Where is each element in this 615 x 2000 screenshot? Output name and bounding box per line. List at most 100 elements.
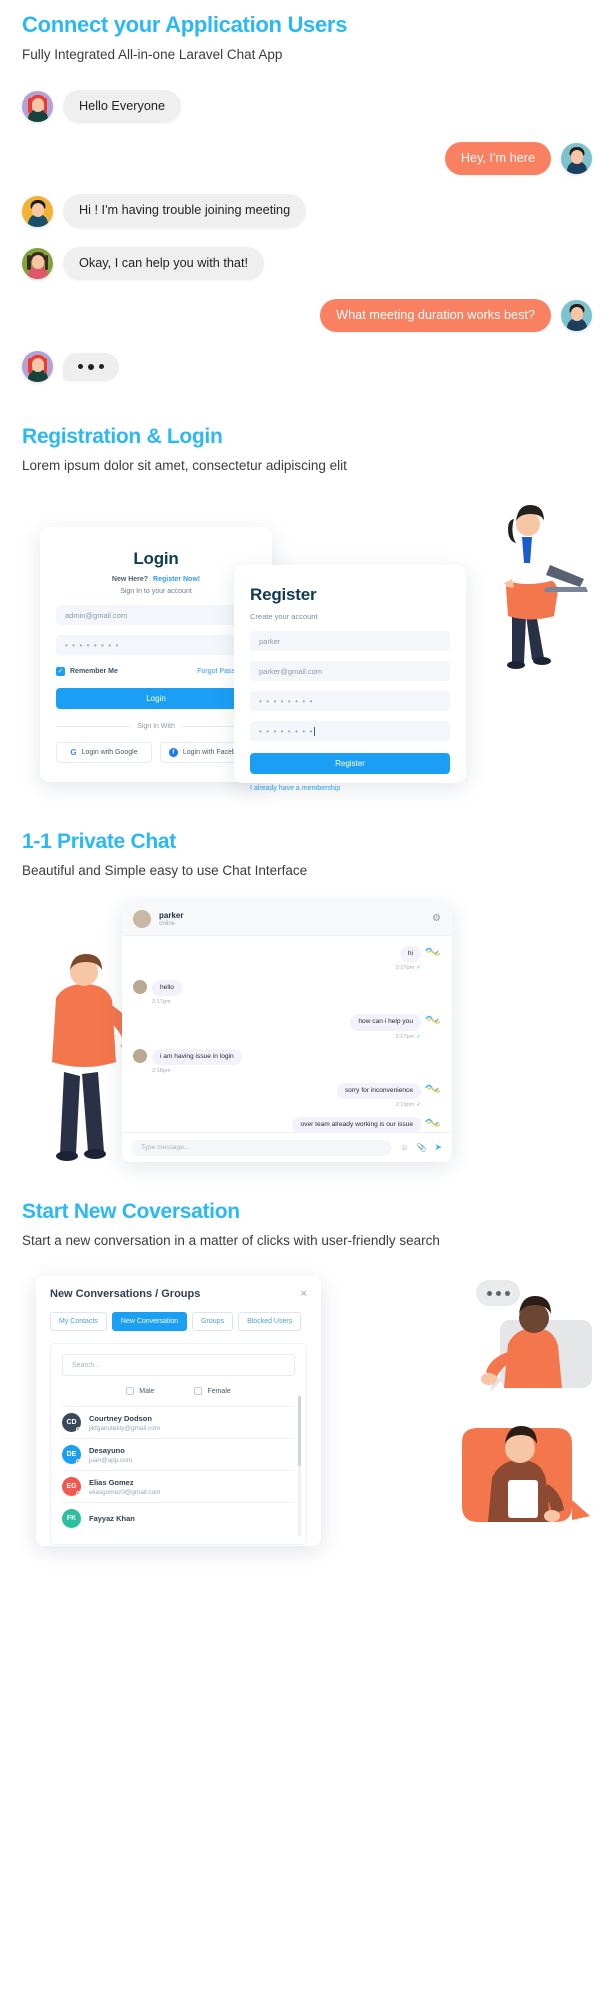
avatar-initials: DE <box>66 1451 77 1458</box>
google-login-label: Login with Google <box>81 749 138 756</box>
chat-message-row: hi 2:17pm ✓ <box>133 946 441 971</box>
avatar-initials: EG <box>66 1483 77 1490</box>
avatar: EG <box>62 1477 81 1496</box>
chat-row: Okay, I can help you with that! <box>22 246 592 280</box>
text-caret <box>314 726 316 736</box>
google-login-button[interactable]: G Login with Google <box>56 742 152 763</box>
person-waving-illustration <box>481 1296 592 1392</box>
hero-title: Connect your Application Users <box>22 12 348 37</box>
login-password-field[interactable]: • • • • • • • • <box>56 635 256 655</box>
tab-new-conversation[interactable]: New Conversation <box>111 1312 188 1331</box>
message-column: over team already working is our issue <box>292 1117 421 1132</box>
chat-bubble: Hello Everyone <box>63 90 182 124</box>
registration-section: Registration & Login Lorem ipsum dolor s… <box>22 425 602 795</box>
chat-row: Hey, I'm here <box>22 142 592 176</box>
contact-info: Desayuno juan@app.com <box>89 1446 132 1464</box>
contact-name: Courtney Dodson <box>89 1413 152 1423</box>
typing-row <box>22 351 592 383</box>
avatar-initials: FK <box>66 1515 77 1522</box>
filter-male-label: Male <box>139 1387 155 1395</box>
modal-header: New Conversations / Groups × <box>36 1276 321 1300</box>
scrollbar[interactable] <box>298 1396 301 1536</box>
contact-info: Fayyaz Khan <box>89 1514 135 1523</box>
contact-status: online <box>159 920 176 927</box>
new-conversation-modal: New Conversations / Groups × My Contacts… <box>36 1276 321 1546</box>
new-conversation-section: Start New Coversation Start a new conver… <box>22 1200 602 1572</box>
register-card: Register Create your account parker park… <box>234 565 466 792</box>
filter-female[interactable]: Female <box>194 1387 231 1395</box>
social-login-row: G Login with Google f Login with Faceboo… <box>56 742 256 763</box>
gear-icon[interactable]: ⚙ <box>432 913 441 924</box>
register-name-field[interactable]: parker <box>250 631 450 651</box>
message-time: 2:17pm <box>152 999 171 1006</box>
chat-row: What meeting duration works best? <box>22 298 592 333</box>
login-email-field[interactable]: admin@gmail.com <box>56 605 256 625</box>
tab-my-contacts[interactable]: My Contacts <box>50 1312 107 1331</box>
tab-blocked-users[interactable]: Blocked Users <box>238 1312 302 1331</box>
register-email-field[interactable]: parker@gmail.com <box>250 661 450 681</box>
contact-info: Courtney Dodson jikfganutekty@gmail.com <box>89 1414 160 1432</box>
chat-window-footer: Type message... ☺ 📎 ➤ <box>122 1132 452 1162</box>
read-tick-icon: ✓ <box>416 1033 421 1040</box>
message-bubble: hello <box>152 980 182 997</box>
contact-email: juan@app.com <box>89 1456 133 1464</box>
register-password-field[interactable]: • • • • • • • • <box>250 691 450 711</box>
filter-male[interactable]: Male <box>126 1387 154 1395</box>
chat-message-row: hello 2:17pm <box>133 980 441 1005</box>
typing-dot <box>88 363 94 370</box>
message-input[interactable]: Type message... <box>132 1139 393 1156</box>
message-bubble: sorry for inconvenience <box>336 1082 421 1100</box>
contact-name: parker <box>159 910 184 920</box>
login-hint: Sign In to your account <box>120 588 192 595</box>
contact-email: eliasgomez0@gmail.com <box>89 1488 161 1496</box>
person-reading-illustration <box>462 1426 590 1522</box>
register-title: Register <box>250 585 317 604</box>
contact-email: jikfganutekty@gmail.com <box>89 1424 161 1432</box>
list-item[interactable]: DE Desayuno juan@app.com <box>62 1438 295 1470</box>
register-button[interactable]: Register <box>250 753 450 774</box>
avatar-glasses-man <box>561 143 592 175</box>
list-item[interactable]: CD Courtney Dodson jikfganutekty@gmail.c… <box>62 1406 295 1438</box>
checkbox-icon <box>194 1387 203 1395</box>
scrollbar-thumb[interactable] <box>298 1396 301 1466</box>
checkbox-checked-icon: ✓ <box>56 667 65 676</box>
contact-info: parker online <box>159 911 183 927</box>
tab-groups[interactable]: Groups <box>192 1312 234 1331</box>
message-column: i am having issue in login 2:18pm <box>152 1048 242 1074</box>
login-divider: Sign In With <box>56 723 256 730</box>
contact-info: Elias Gomez eliasgomez0@gmail.com <box>89 1478 161 1496</box>
register-now-link[interactable]: Register Now! <box>153 576 200 583</box>
close-icon[interactable]: × <box>301 1288 307 1300</box>
membership-link[interactable]: I already have a membership <box>250 785 450 792</box>
login-button[interactable]: Login <box>56 688 256 709</box>
message-time: 2:18pm <box>152 1067 171 1074</box>
status-badge <box>76 1491 81 1496</box>
avatar-green-woman <box>22 247 53 279</box>
attachment-icon[interactable]: 📎 <box>416 1143 426 1152</box>
private-chat-subtitle: Beautiful and Simple easy to use Chat In… <box>22 863 308 878</box>
message-time: 2:19pm ✓ <box>396 1102 421 1108</box>
message-column: how can i help you 2:17pm ✓ <box>350 1014 421 1040</box>
search-input[interactable]: Search... <box>62 1354 295 1376</box>
new-conversation-subtitle: Start a new conversation in a matter of … <box>22 1233 440 1248</box>
sound-wave-icon <box>425 1118 441 1127</box>
list-item[interactable]: FK Fayyaz Khan <box>62 1502 295 1534</box>
register-subtitle: Create your account <box>250 612 318 621</box>
contact-name: Elias Gomez <box>89 1477 134 1487</box>
list-item[interactable]: EG Elias Gomez eliasgomez0@gmail.com <box>62 1470 295 1502</box>
chat-bubble: Okay, I can help you with that! <box>63 246 265 280</box>
register-confirm-field[interactable]: • • • • • • • • <box>250 721 450 741</box>
read-tick-icon: ✓ <box>416 965 421 972</box>
login-options-row: ✓ Remember Me Forgot Password ? <box>56 667 256 676</box>
private-chat-section: 1-1 Private Chat Beautiful and Simple ea… <box>22 830 602 1192</box>
message-timestamp: 2:19pm <box>395 1102 415 1109</box>
facebook-icon: f <box>168 748 178 757</box>
private-chat-stage: parker online ⚙ hi 2:17pm ✓ hello 2:17pm… <box>22 902 602 1192</box>
remember-me-checkbox[interactable]: ✓ Remember Me <box>56 667 118 676</box>
avatar-initials: CD <box>66 1419 77 1426</box>
contact-avatar <box>133 909 151 928</box>
emoji-icon[interactable]: ☺ <box>400 1143 408 1152</box>
send-icon[interactable]: ➤ <box>434 1142 442 1153</box>
chat-bubble: What meeting duration works best? <box>320 298 551 333</box>
sound-wave-icon <box>425 1084 441 1093</box>
